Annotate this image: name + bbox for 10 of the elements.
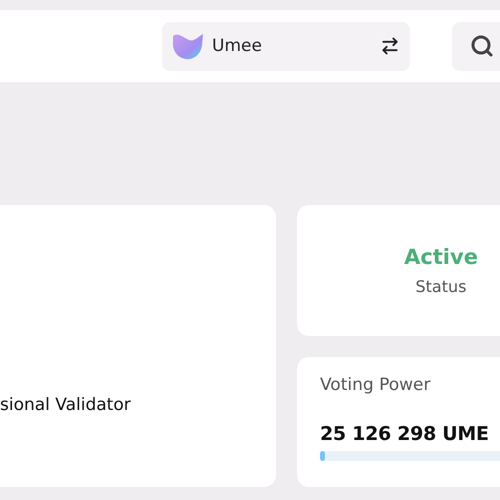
status-value: Active (404, 245, 478, 269)
search-button[interactable] (452, 22, 500, 70)
status-label: Status (416, 277, 466, 296)
voting-power-label: Voting Power (320, 375, 432, 395)
search-icon (470, 34, 494, 58)
swap-icon (380, 36, 400, 56)
chain-selector[interactable]: Umee (162, 22, 410, 70)
logo-icon (172, 32, 204, 60)
voting-power-amount: 25 126 298 UME (320, 423, 490, 445)
validator-description: sional Validator (0, 395, 131, 415)
